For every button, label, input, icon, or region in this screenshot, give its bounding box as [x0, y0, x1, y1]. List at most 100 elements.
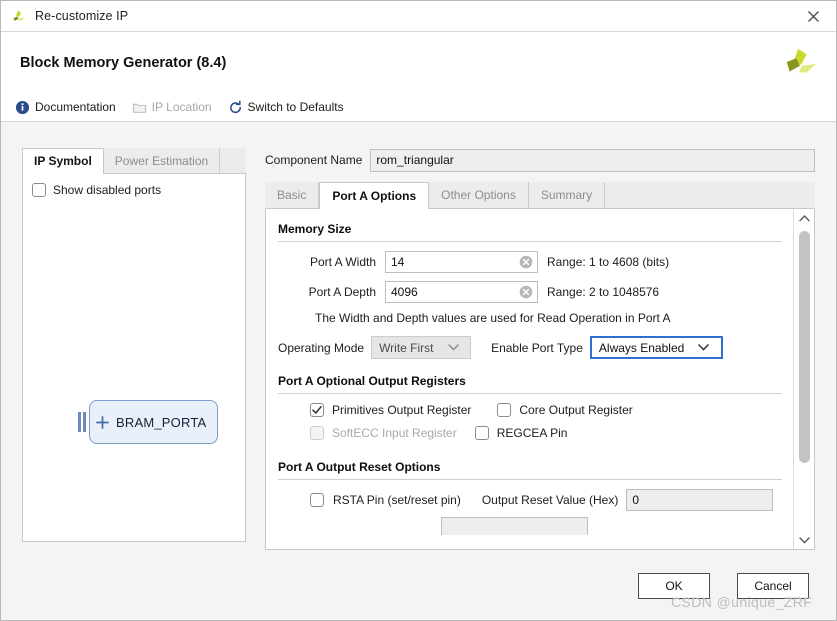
operating-mode-value: Write First — [379, 340, 434, 355]
port-a-depth-range: Range: 2 to 1048576 — [547, 285, 660, 299]
tab-port-a-options-label: Port A Options — [332, 188, 417, 203]
clear-circle-icon[interactable] — [519, 285, 533, 299]
tab-power-estimation[interactable]: Power Estimation — [104, 148, 221, 173]
refresh-icon — [229, 99, 241, 113]
title-bar: Re-customize IP — [1, 1, 836, 32]
memory-size-heading: Memory Size — [278, 222, 352, 236]
ip-symbol-panel: IP Symbol Power Estimation Show disabled… — [22, 148, 246, 543]
info-icon — [15, 100, 30, 114]
enable-port-type-label: Enable Port Type — [491, 340, 583, 355]
chevron-down-icon — [698, 344, 710, 351]
enable-port-type-dropdown[interactable]: Always Enabled — [589, 336, 723, 359]
options-content-pane: Memory Size Port A Width 14 Range: 1 to … — [265, 209, 815, 550]
chevron-down-icon[interactable] — [794, 531, 814, 549]
output-registers-row-2: SoftECC Input Register REGCEA Pin — [310, 426, 782, 440]
tab-ip-symbol[interactable]: IP Symbol — [22, 148, 104, 174]
xilinx-logo-icon — [13, 10, 25, 21]
component-name-row: Component Name — [265, 148, 815, 172]
switch-to-defaults-label: Switch to Defaults — [247, 100, 344, 114]
dialog-toolbar: Documentation IP Location Switch to Defa… — [1, 93, 836, 122]
tab-other-options-label: Other Options — [441, 188, 516, 202]
tab-basic[interactable]: Basic — [265, 182, 320, 208]
options-vertical-scrollbar[interactable] — [793, 209, 814, 549]
core-output-register-checkbox[interactable]: Core Output Register — [497, 403, 633, 417]
bram-symbol: BRAM_PORTA — [78, 400, 219, 444]
xilinx-logo-icon — [786, 48, 817, 73]
clear-circle-icon[interactable] — [519, 255, 533, 269]
left-tab-strip: IP Symbol Power Estimation — [22, 148, 246, 174]
tab-summary-label: Summary — [540, 188, 593, 202]
window-title: Re-customize IP — [35, 9, 129, 23]
softecc-input-register-checkbox: SoftECC Input Register — [310, 426, 457, 440]
symbol-canvas: Show disabled ports BRAM_PORTA — [22, 174, 246, 542]
primitives-output-register-checkbox[interactable]: Primitives Output Register — [310, 403, 471, 417]
folder-icon — [132, 103, 146, 113]
recustomize-ip-dialog: Re-customize IP Block Memory Generator (… — [0, 0, 837, 621]
mode-row: Operating Mode Write First Enable Port T… — [278, 336, 782, 359]
regcea-pin-checkbox[interactable]: REGCEA Pin — [474, 426, 568, 440]
tab-basic-label: Basic — [277, 188, 307, 202]
port-a-depth-value: 4096 — [391, 285, 418, 299]
primitives-output-register-label: Primitives Output Register — [332, 403, 472, 417]
options-panel: Component Name Basic Port A Options Othe… — [265, 148, 815, 550]
plus-icon[interactable] — [96, 415, 109, 429]
options-scroll-content: Memory Size Port A Width 14 Range: 1 to … — [266, 209, 792, 549]
checkbox-checked-icon — [310, 403, 324, 417]
tab-port-a-options[interactable]: Port A Options — [319, 182, 430, 209]
softecc-input-register-label: SoftECC Input Register — [332, 426, 457, 440]
operating-mode-dropdown[interactable]: Write First — [371, 336, 472, 359]
switch-to-defaults-link[interactable]: Switch to Defaults — [228, 99, 344, 115]
dialog-header: Block Memory Generator (8.4) — [1, 32, 836, 93]
rsta-pin-checkbox[interactable] — [310, 493, 324, 507]
scrollbar-thumb[interactable] — [799, 231, 810, 463]
component-name-input[interactable] — [370, 148, 815, 172]
tab-power-estimation-label: Power Estimation — [114, 153, 209, 168]
tab-ip-symbol-label: IP Symbol — [34, 154, 92, 168]
ip-location-link[interactable]: IP Location — [132, 100, 212, 115]
output-reset-value-text: 0 — [632, 493, 640, 507]
port-bus-icon — [78, 412, 88, 432]
clipped-field-below[interactable] — [441, 517, 588, 535]
options-tab-filler — [605, 182, 815, 208]
port-a-depth-label: Port A Depth — [308, 285, 376, 299]
port-a-width-row: Port A Width 14 Range: 1 to 4608 (bits) — [278, 251, 782, 273]
show-disabled-ports-checkbox[interactable]: Show disabled ports — [32, 183, 161, 197]
core-output-register-label: Core Output Register — [519, 403, 633, 417]
section-divider — [278, 241, 782, 242]
dialog-footer: OK Cancel CSDN @unique_ZRF — [1, 556, 836, 620]
chevron-up-icon[interactable] — [794, 209, 814, 227]
output-reset-row: RSTA Pin (set/reset pin) Output Reset Va… — [310, 489, 782, 511]
section-divider — [278, 393, 782, 394]
chevron-down-icon — [447, 344, 459, 351]
output-registers-heading: Port A Optional Output Registers — [278, 374, 466, 388]
checkbox-unchecked-icon — [497, 403, 512, 417]
port-a-width-input[interactable]: 14 — [385, 251, 538, 273]
checkbox-unchecked-icon — [32, 183, 46, 197]
bram-porta-block[interactable]: BRAM_PORTA — [89, 400, 219, 444]
enable-port-type-value: Always Enabled — [598, 340, 685, 355]
page-title: Block Memory Generator (8.4) — [20, 54, 227, 71]
options-tab-strip: Basic Port A Options Other Options Summa… — [265, 182, 815, 209]
documentation-link[interactable]: Documentation — [15, 100, 116, 115]
section-divider — [278, 479, 782, 480]
output-reset-value-label: Output Reset Value (Hex) — [481, 493, 619, 507]
port-a-width-value: 14 — [391, 255, 405, 269]
width-depth-note: The Width and Depth values are used for … — [315, 311, 671, 325]
port-a-depth-input[interactable]: 4096 — [385, 281, 538, 303]
checkbox-unchecked-icon — [474, 426, 489, 440]
left-tab-filler — [220, 148, 246, 173]
show-disabled-ports-label: Show disabled ports — [53, 183, 162, 197]
output-reset-value-input[interactable]: 0 — [626, 489, 774, 511]
bram-porta-label: BRAM_PORTA — [116, 414, 207, 430]
tab-other-options[interactable]: Other Options — [429, 182, 529, 208]
tab-summary[interactable]: Summary — [529, 182, 606, 208]
port-a-width-label: Port A Width — [309, 255, 376, 269]
checkbox-disabled-icon — [310, 426, 324, 440]
watermark-text: CSDN @unique_ZRF — [671, 594, 813, 610]
close-icon[interactable] — [790, 1, 836, 31]
regcea-pin-label: REGCEA Pin — [496, 426, 568, 440]
port-a-width-range: Range: 1 to 4608 (bits) — [547, 255, 670, 269]
ip-location-label: IP Location — [151, 100, 212, 114]
output-reset-heading: Port A Output Reset Options — [278, 460, 441, 474]
checkbox-unchecked-icon — [310, 493, 324, 507]
